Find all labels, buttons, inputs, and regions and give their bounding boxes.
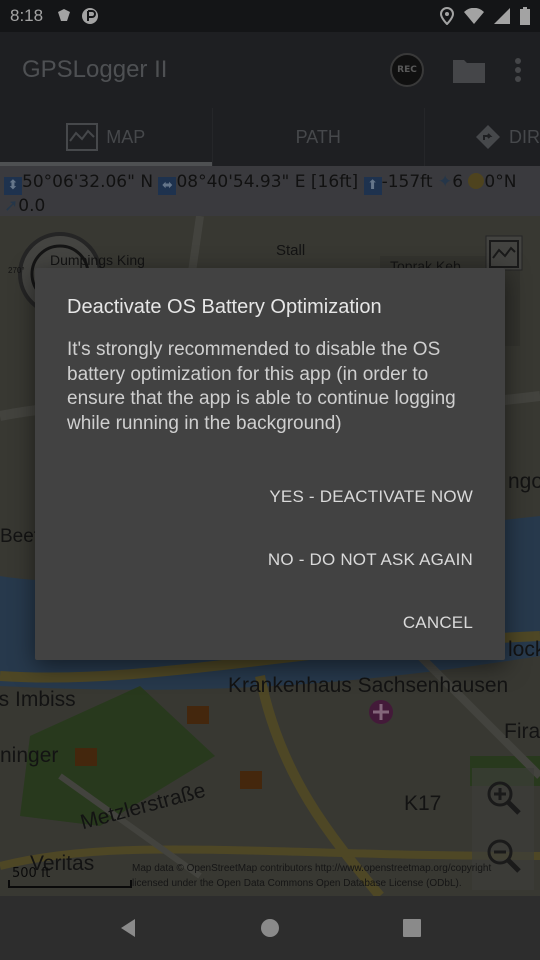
back-icon[interactable] (117, 917, 139, 939)
system-nav-bar (0, 896, 540, 960)
home-icon[interactable] (259, 917, 281, 939)
cancel-button[interactable]: CANCEL (403, 613, 473, 633)
yes-deactivate-button[interactable]: YES - DEACTIVATE NOW (269, 487, 473, 507)
dialog-title: Deactivate OS Battery Optimization (67, 296, 382, 318)
screen: 8:18 GPSLogger II REC MAP PATH DIR ⬍ 50°… (0, 0, 540, 960)
battery-optimization-dialog: Deactivate OS Battery Optimization It's … (35, 268, 505, 660)
no-dont-ask-button[interactable]: NO - DO NOT ASK AGAIN (268, 550, 473, 570)
recents-icon[interactable] (401, 917, 423, 939)
dialog-message: It's strongly recommended to disable the… (67, 339, 456, 434)
